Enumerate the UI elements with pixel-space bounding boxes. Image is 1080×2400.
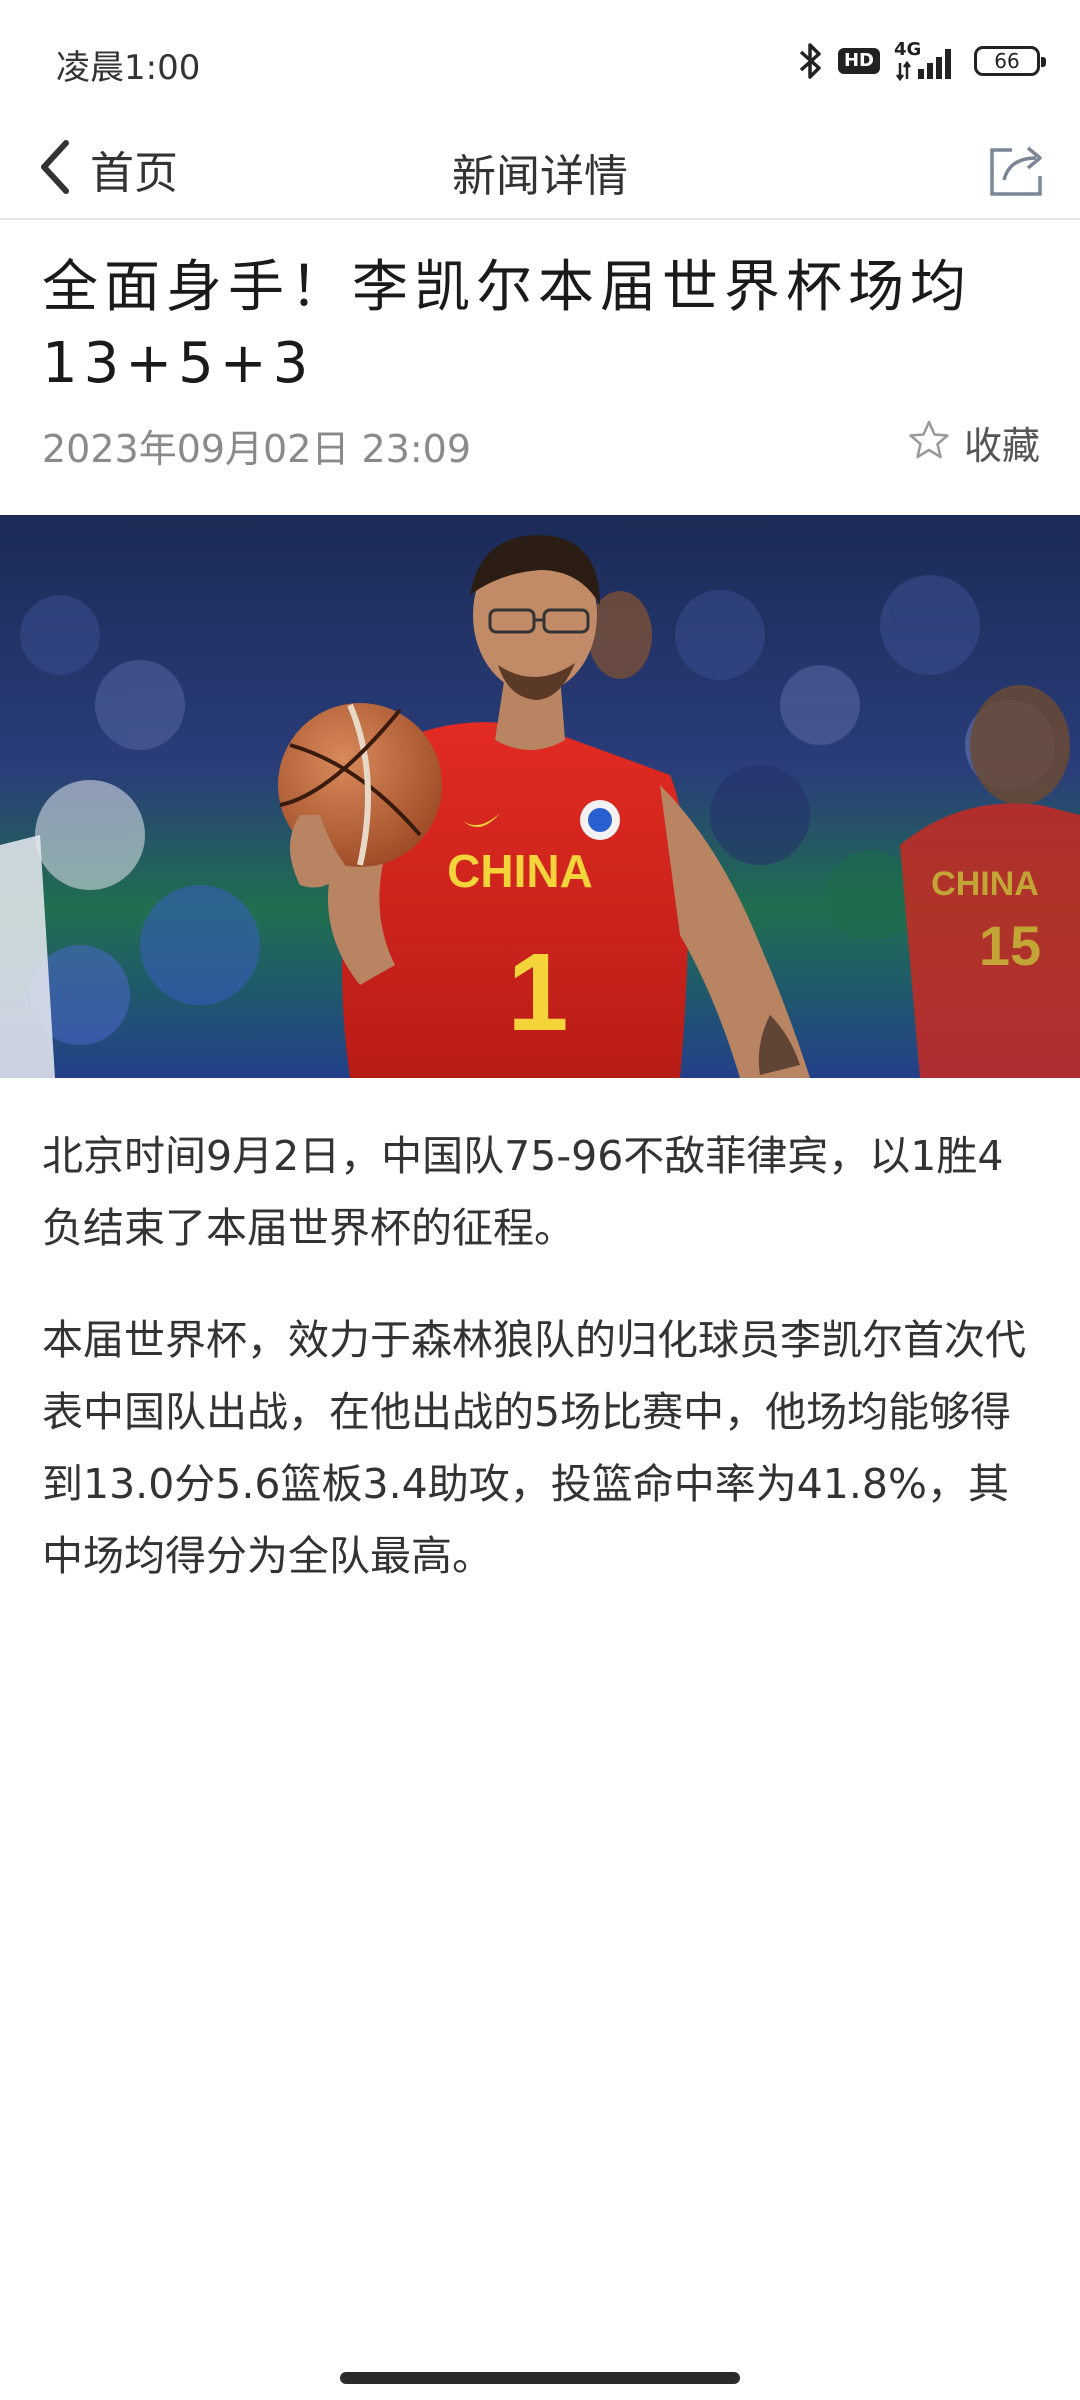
background-jersey-team: CHINA bbox=[931, 865, 1039, 903]
page-title: 新闻详情 bbox=[452, 151, 628, 202]
background-jersey-number: 15 bbox=[979, 914, 1041, 977]
status-bar: 凌晨1:00 HD 4G 66 bbox=[0, 0, 1080, 120]
article-body: 北京时间9月2日，中国队75-96不敌菲律宾，以1胜4负结束了本届世界杯的征程。… bbox=[42, 1120, 1042, 1632]
article-hero-image: CHINA 15 CHINA 1 bbox=[0, 515, 1080, 1078]
jersey-team: CHINA bbox=[447, 845, 593, 897]
share-button[interactable] bbox=[988, 142, 1048, 198]
article-date: 2023年09月02日 23:09 bbox=[42, 427, 472, 471]
share-icon bbox=[988, 146, 1048, 202]
article-paragraph: 本届世界杯，效力于森林狼队的归化球员李凯尔首次代表中国队出战，在他出战的5场比赛… bbox=[42, 1316, 1026, 1580]
article-title: 全面身手！李凯尔本届世界杯场均13+5+3 bbox=[42, 255, 972, 396]
star-icon bbox=[908, 419, 950, 465]
article-paragraph: 北京时间9月2日，中国队75-96不敌菲律宾，以1胜4负结束了本届世界杯的征程。 bbox=[42, 1132, 1004, 1252]
signal-icon: 4G bbox=[894, 39, 960, 83]
hd-badge: HD bbox=[837, 48, 880, 74]
status-icons: HD 4G 66 bbox=[798, 36, 1046, 86]
jersey-number: 1 bbox=[507, 931, 568, 1054]
article-meta: 2023年09月02日 23:09 收藏 bbox=[42, 412, 1040, 472]
bluetooth-icon bbox=[798, 41, 824, 81]
nav-bar: 首页 新闻详情 bbox=[0, 120, 1080, 220]
favorite-button[interactable]: 收藏 bbox=[908, 412, 1040, 472]
battery-indicator: 66 bbox=[974, 46, 1046, 76]
favorite-label: 收藏 bbox=[963, 423, 1040, 468]
home-indicator[interactable] bbox=[340, 2372, 740, 2384]
status-time: 凌晨1:00 bbox=[56, 48, 201, 88]
